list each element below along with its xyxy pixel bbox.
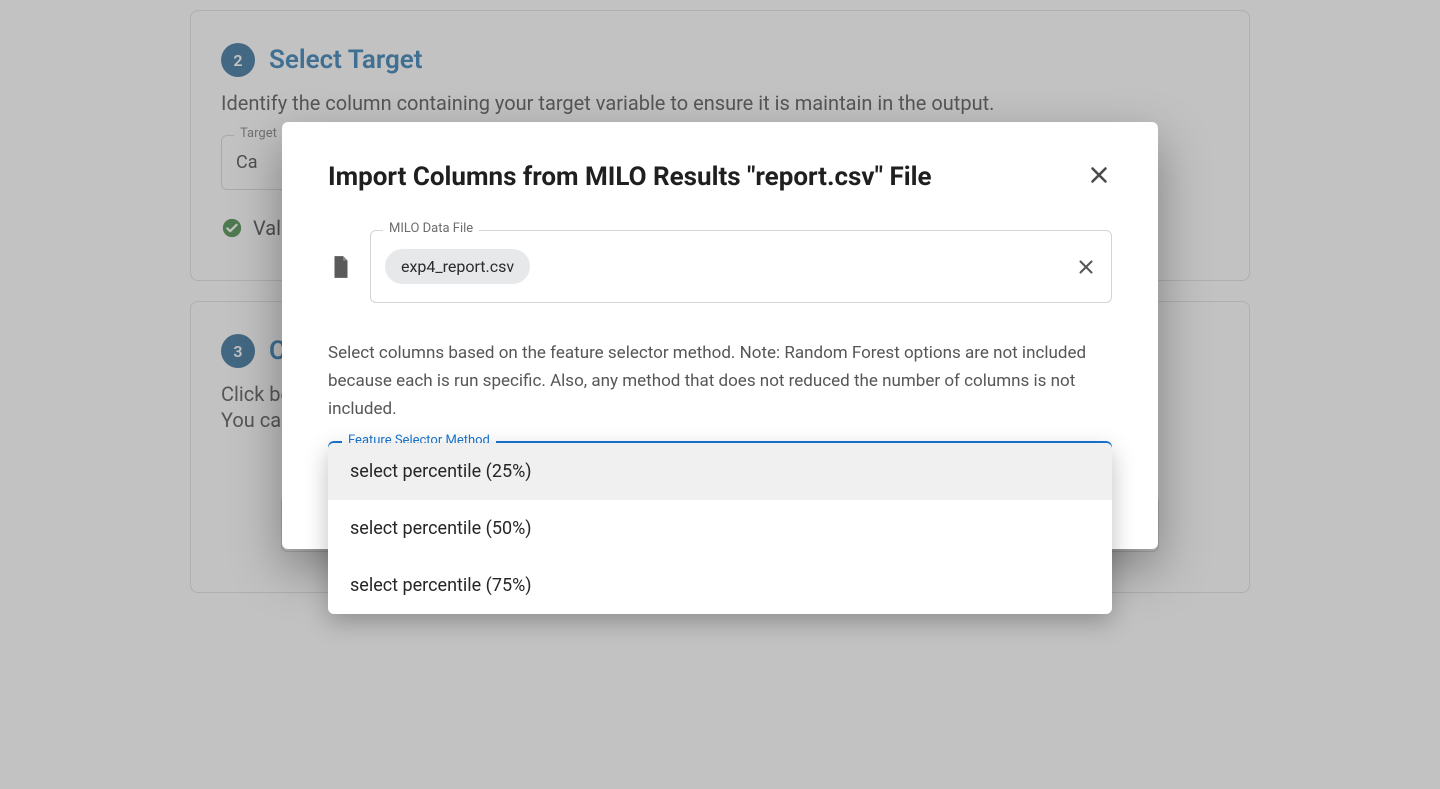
method-note: Select columns based on the feature sele… [328,339,1112,423]
feature-selector-dropdown: select percentile (25%) select percentil… [328,443,1112,614]
close-icon[interactable] [1086,162,1112,188]
file-icon [328,254,354,280]
milo-file-field[interactable]: MILO Data File exp4_report.csv [370,230,1112,303]
modal-title: Import Columns from MILO Results "report… [328,162,952,192]
option-50[interactable]: select percentile (50%) [328,500,1112,557]
option-75[interactable]: select percentile (75%) [328,557,1112,614]
import-columns-modal: Import Columns from MILO Results "report… [282,122,1158,549]
modal-overlay[interactable]: Import Columns from MILO Results "report… [0,0,1440,789]
feature-selector-wrap: Feature Selector Method select percentil… [328,441,1112,493]
milo-file-chip: exp4_report.csv [385,249,530,284]
milo-file-label: MILO Data File [383,221,479,236]
clear-file-icon[interactable] [1075,256,1097,278]
option-25[interactable]: select percentile (25%) [328,443,1112,500]
